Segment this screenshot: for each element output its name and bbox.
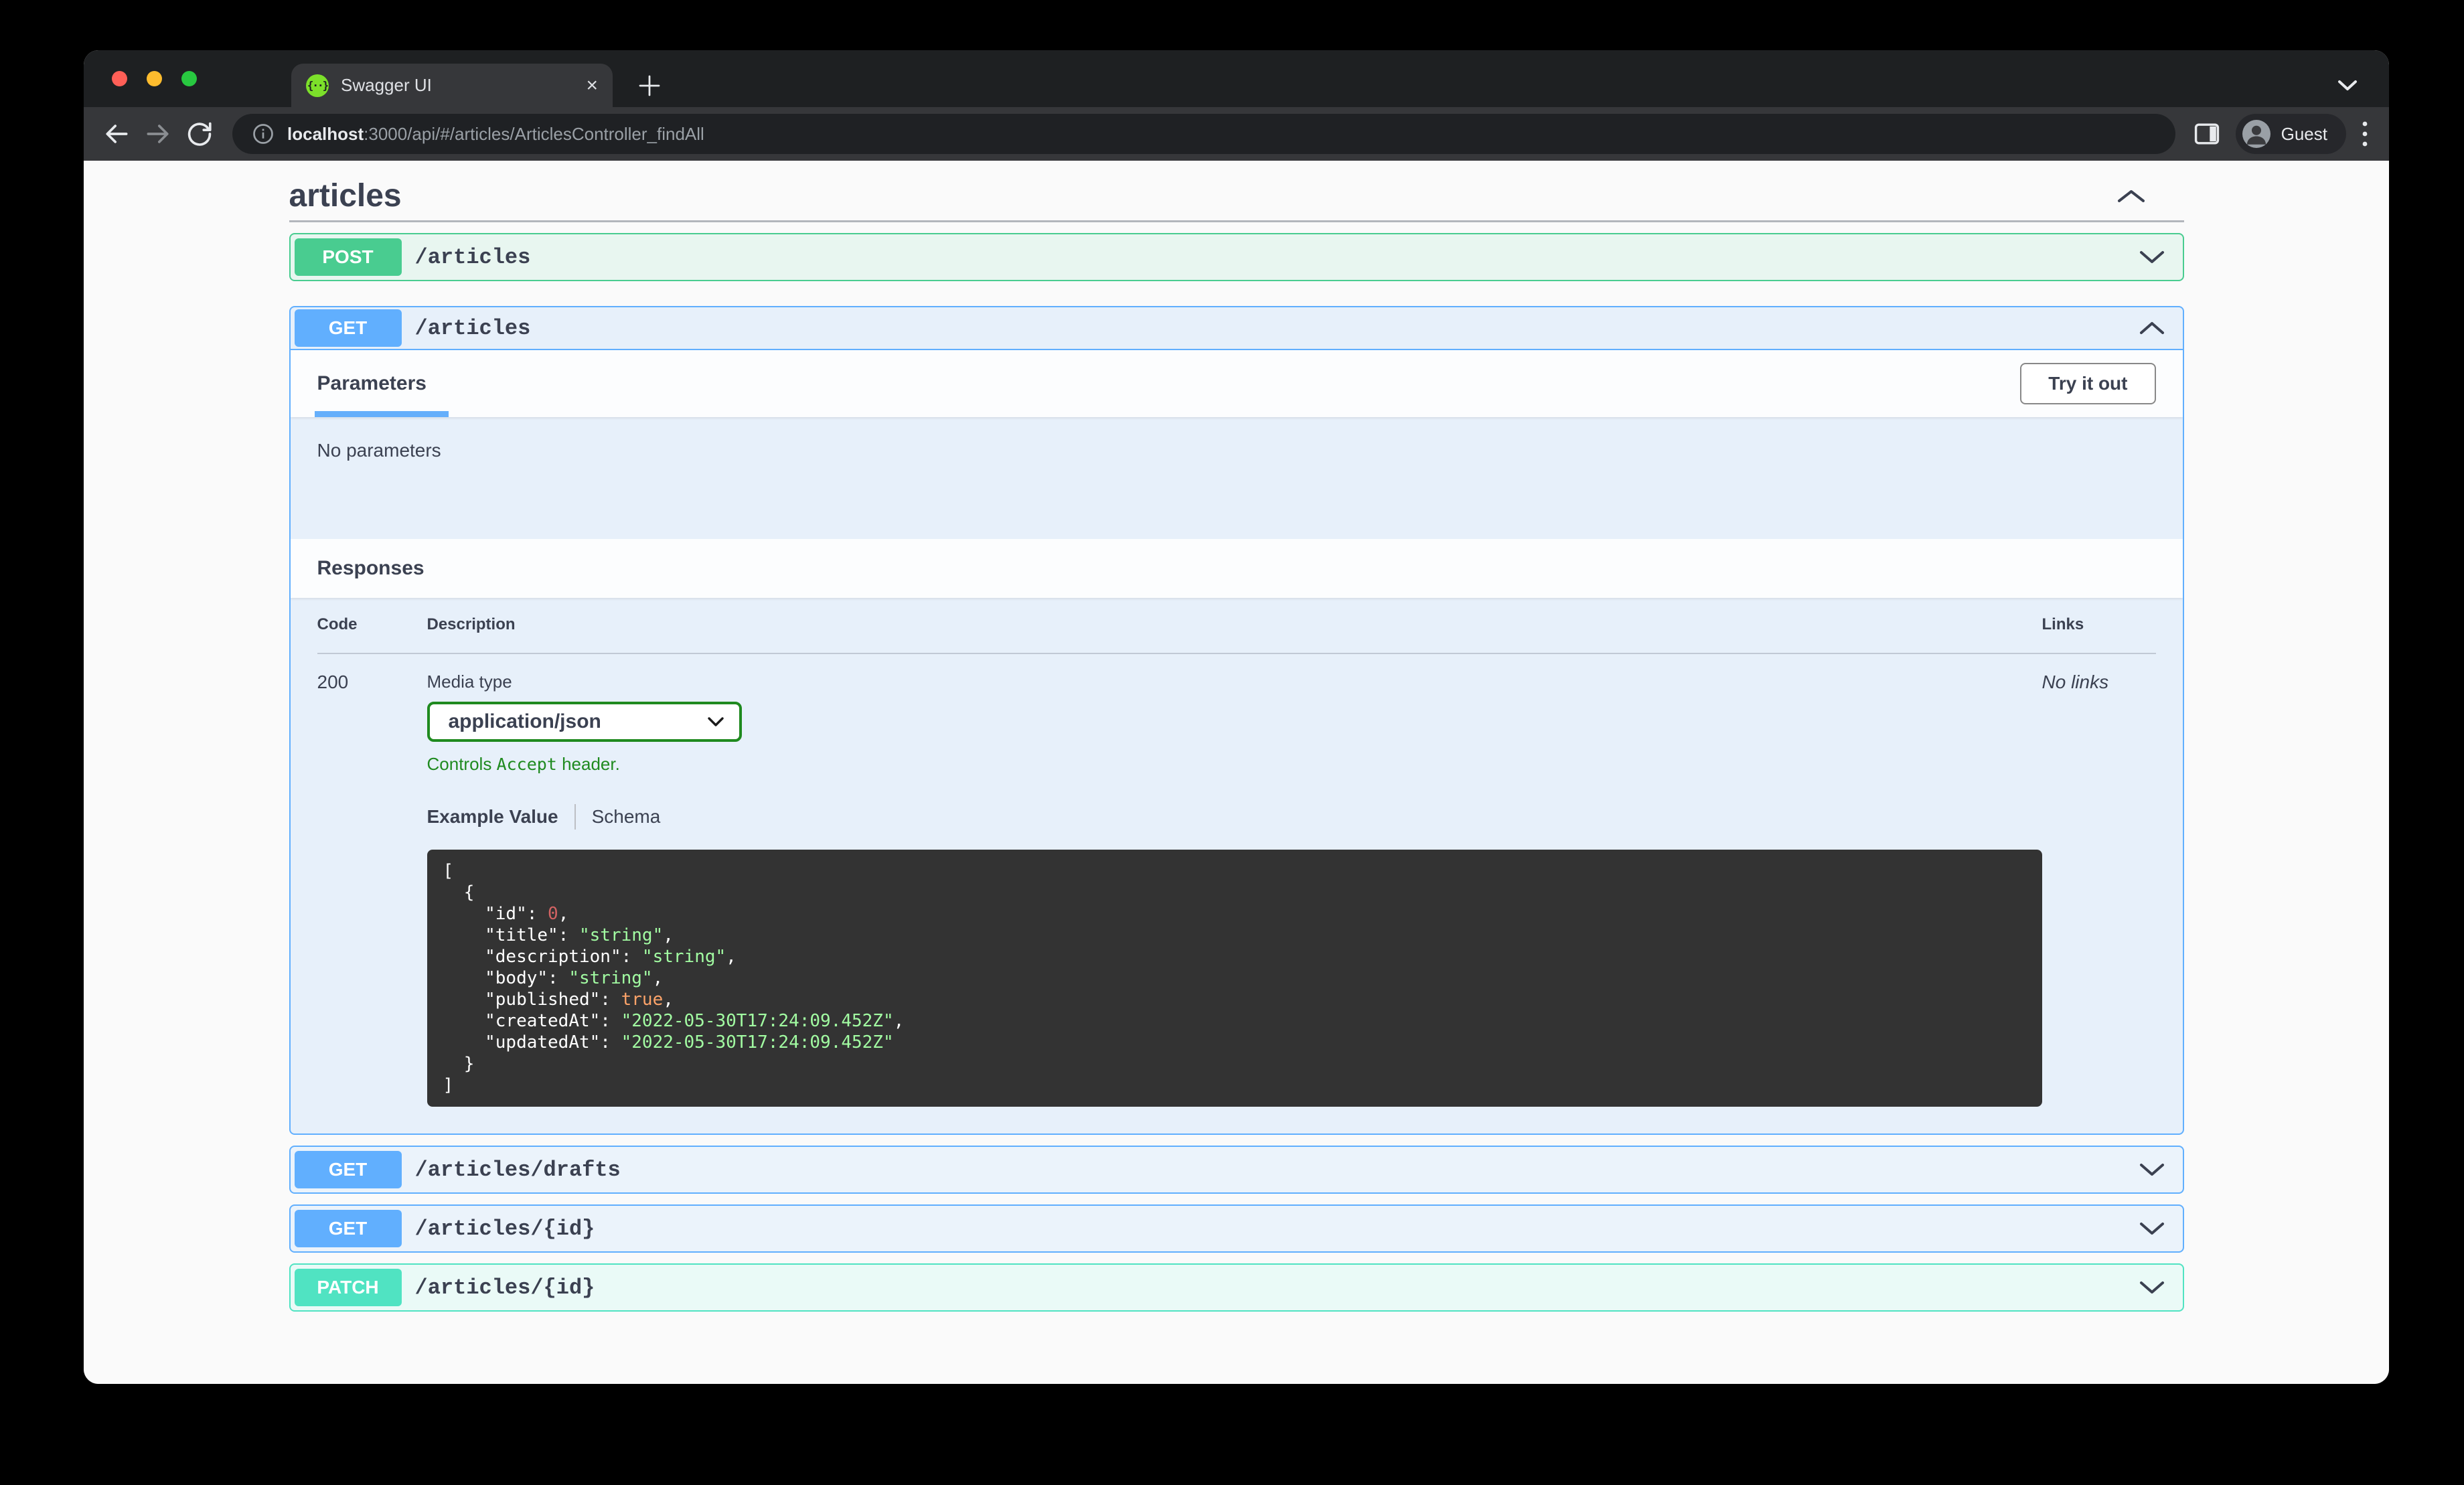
operation-path: /articles bbox=[414, 315, 531, 341]
responses-title: Responses bbox=[317, 557, 425, 579]
status-code: 200 bbox=[317, 672, 349, 692]
operation-path: /articles/{id} bbox=[414, 1275, 595, 1300]
minimize-window-button[interactable] bbox=[147, 71, 162, 86]
media-type-value: application/json bbox=[448, 710, 601, 732]
browser-tab[interactable]: {··} Swagger UI × bbox=[291, 64, 613, 107]
operation-row-patch-articles-id[interactable]: PATCH /articles/{id} bbox=[289, 1263, 2184, 1312]
tab-example-value[interactable]: Example Value bbox=[427, 806, 558, 828]
media-type-label: Media type bbox=[427, 672, 512, 692]
operation-path: /articles bbox=[414, 244, 531, 270]
method-badge: POST bbox=[294, 238, 402, 276]
toolbar-right: Guest bbox=[2193, 114, 2369, 154]
reload-button[interactable] bbox=[179, 113, 220, 155]
chevron-up-icon bbox=[2139, 321, 2165, 335]
parameters-title: Parameters bbox=[317, 372, 427, 394]
try-it-out-button[interactable]: Try it out bbox=[2020, 363, 2156, 404]
kebab-menu-icon[interactable] bbox=[2361, 118, 2369, 150]
tab-close-icon[interactable]: × bbox=[586, 75, 598, 96]
browser-toolbar: localhost:3000/api/#/articles/ArticlesCo… bbox=[84, 107, 2389, 161]
response-row-200: 200 Media type application/json Controls… bbox=[317, 672, 2156, 1107]
profile-name: Guest bbox=[2281, 123, 2327, 144]
url-bar[interactable]: localhost:3000/api/#/articles/ArticlesCo… bbox=[232, 114, 2175, 154]
active-tab-indicator bbox=[314, 411, 449, 417]
operation-path: /articles/{id} bbox=[414, 1216, 595, 1241]
profile-button[interactable]: Guest bbox=[2235, 114, 2346, 154]
back-button[interactable] bbox=[96, 113, 137, 155]
chevron-down-icon bbox=[2335, 78, 2360, 92]
tab-strip: {··} Swagger UI × bbox=[84, 50, 2389, 107]
traffic-lights bbox=[112, 50, 197, 107]
parameters-header: Parameters Try it out bbox=[290, 350, 2183, 417]
operation-row-post-articles[interactable]: POST /articles bbox=[289, 233, 2184, 281]
maximize-window-button[interactable] bbox=[181, 71, 197, 86]
url-path: :3000/api/#/articles/ArticlesController_… bbox=[364, 123, 704, 144]
operation-row-get-articles-drafts[interactable]: GET /articles/drafts bbox=[289, 1146, 2184, 1194]
chevron-down-icon bbox=[707, 716, 724, 727]
avatar-icon bbox=[2242, 120, 2270, 148]
site-info-icon[interactable] bbox=[251, 122, 275, 146]
no-links-text: No links bbox=[2042, 672, 2109, 692]
operation-summary[interactable]: GET /articles bbox=[290, 307, 2183, 350]
operation-row-get-articles-id[interactable]: GET /articles/{id} bbox=[289, 1204, 2184, 1253]
operation-block-get-articles: GET /articles Parameters Try it out No p… bbox=[289, 306, 2184, 1135]
method-badge: PATCH bbox=[294, 1269, 402, 1306]
browser-window: {··} Swagger UI × localhost:3000/api/#/… bbox=[84, 50, 2389, 1384]
plus-icon bbox=[635, 72, 664, 100]
responses-header: Responses bbox=[290, 539, 2183, 598]
operation-path: /articles/drafts bbox=[414, 1157, 621, 1182]
tab-schema[interactable]: Schema bbox=[592, 806, 661, 828]
links-column-header: Links bbox=[2042, 615, 2084, 633]
parameters-body: No parameters bbox=[291, 417, 2183, 539]
close-window-button[interactable] bbox=[112, 71, 127, 86]
chevron-down-icon bbox=[2139, 1280, 2165, 1295]
tab-search-button[interactable] bbox=[2327, 65, 2368, 105]
responses-table-header: Code Description Links bbox=[317, 615, 2156, 634]
section-header-articles[interactable]: articles bbox=[289, 171, 2184, 222]
new-tab-button[interactable] bbox=[627, 64, 671, 107]
chevron-down-icon bbox=[2139, 1221, 2165, 1236]
back-icon bbox=[106, 125, 128, 143]
url-host: localhost bbox=[287, 123, 364, 144]
chevron-down-icon bbox=[2139, 250, 2165, 264]
chevron-down-icon bbox=[2139, 1162, 2165, 1177]
response-description-cell: Media type application/json Controls Acc… bbox=[427, 672, 2042, 1107]
method-badge: GET bbox=[294, 1151, 402, 1188]
divider bbox=[317, 653, 2156, 654]
swagger-favicon-icon: {··} bbox=[306, 74, 329, 97]
reload-icon bbox=[187, 123, 212, 146]
method-badge: GET bbox=[294, 1210, 402, 1247]
model-example-tabs: Example Value Schema bbox=[427, 804, 2042, 830]
forward-icon bbox=[147, 125, 169, 143]
no-parameters-text: No parameters bbox=[317, 440, 441, 461]
side-panel-button[interactable] bbox=[2193, 121, 2221, 147]
accept-header-hint: Controls Accept header. bbox=[427, 754, 620, 774]
forward-button[interactable] bbox=[137, 113, 179, 155]
chevron-up-icon bbox=[2116, 188, 2147, 204]
code-column-header: Code bbox=[317, 615, 358, 633]
divider bbox=[574, 804, 576, 830]
example-value-code: [ { "id": 0, "title": "string", "descrip… bbox=[427, 850, 2042, 1107]
method-badge: GET bbox=[294, 309, 402, 347]
section-title: articles bbox=[289, 178, 402, 214]
description-column-header: Description bbox=[427, 615, 516, 633]
responses-body: Code Description Links 200 Media type ap… bbox=[291, 598, 2183, 1134]
tab-title: Swagger UI bbox=[341, 75, 432, 95]
swagger-page: articles POST /articles GET /articles Pa… bbox=[84, 161, 2389, 1384]
media-type-select[interactable]: application/json bbox=[427, 702, 742, 742]
